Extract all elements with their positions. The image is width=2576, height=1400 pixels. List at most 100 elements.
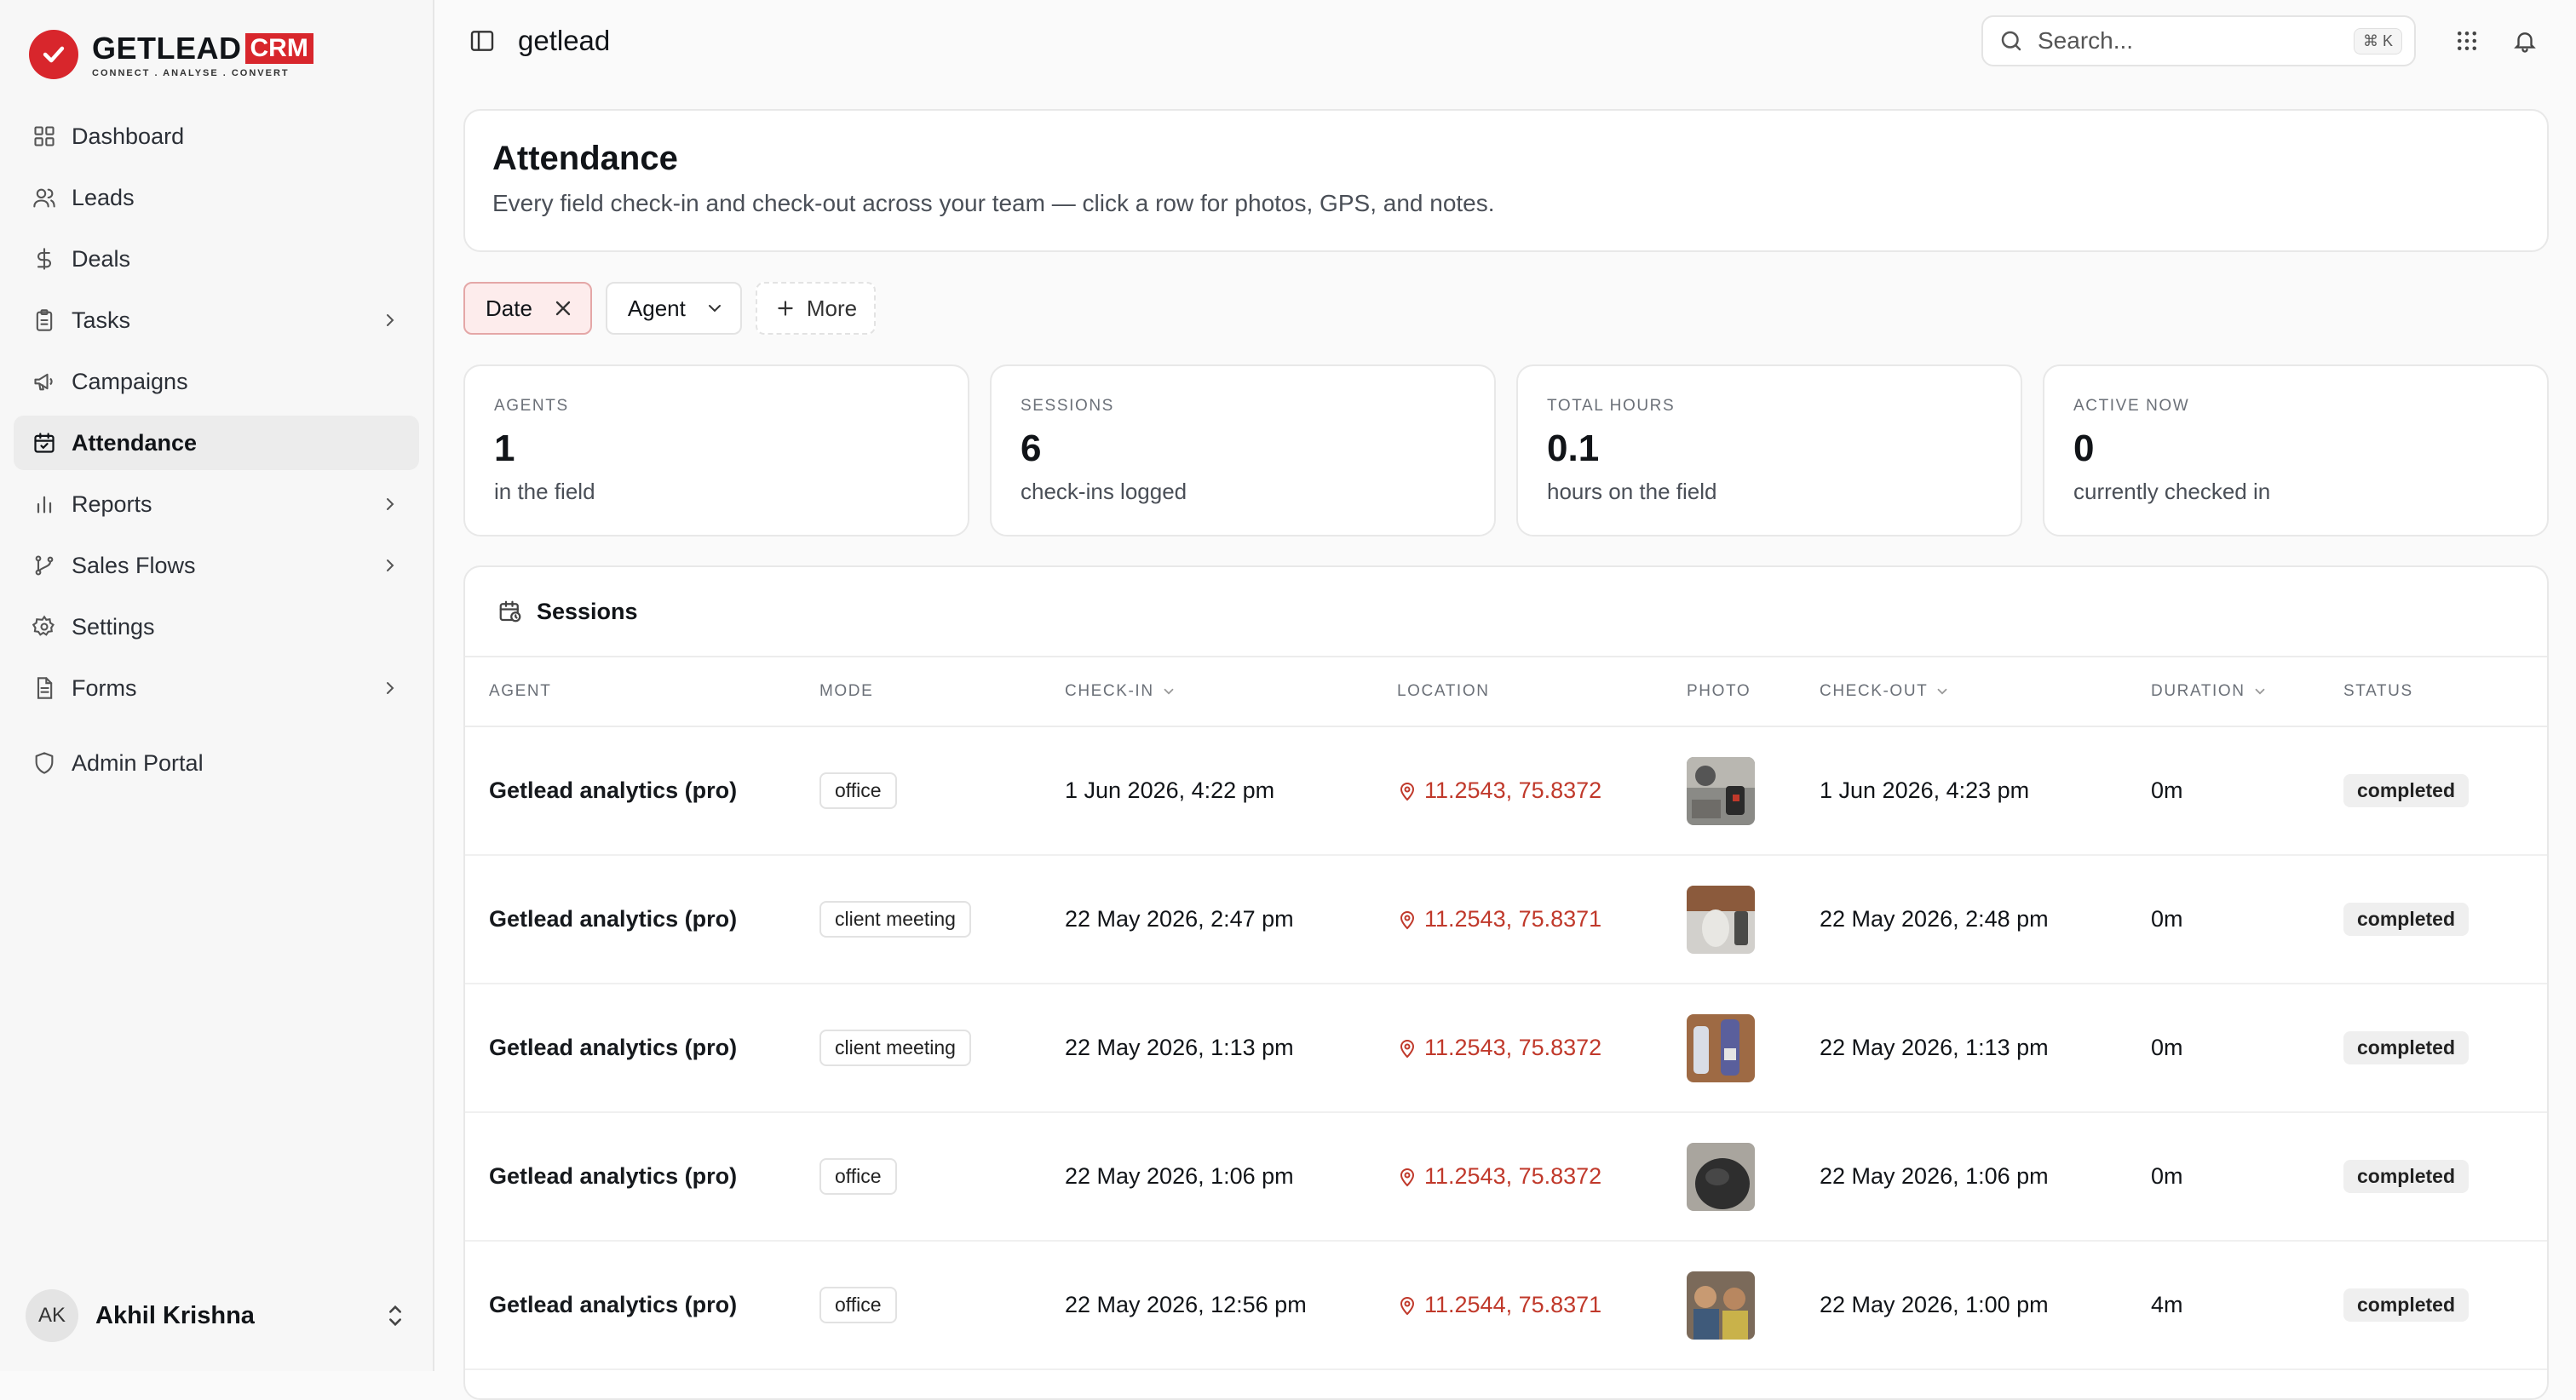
stats-row: AGENTS 1 in the field SESSIONS 6 check-i… — [463, 364, 2549, 536]
more-filters-button[interactable]: More — [755, 282, 877, 335]
more-filters-label: More — [806, 295, 858, 321]
stat-card-total-hours: TOTAL HOURS 0.1 hours on the field — [1516, 364, 2022, 536]
sidebar-item-label: Dashboard — [72, 123, 185, 149]
sidebar-item-sales-flows[interactable]: Sales Flows — [14, 538, 419, 593]
sidebar-toggle-icon[interactable] — [465, 24, 499, 58]
sidebar-item-deals[interactable]: Deals — [14, 232, 419, 286]
duration-value: 0m — [2151, 1035, 2183, 1060]
sidebar-item-campaigns[interactable]: Campaigns — [14, 354, 419, 409]
map-pin-icon — [1397, 1038, 1417, 1059]
column-header-checkout[interactable]: CHECK-OUT — [1820, 682, 2151, 701]
sidebar-item-label: Attendance — [72, 429, 198, 456]
sessions-title: Sessions — [537, 598, 638, 624]
column-header-checkin[interactable]: CHECK-IN — [1065, 682, 1397, 701]
mode-badge: office — [819, 772, 897, 809]
sidebar-item-label: Reports — [72, 491, 152, 517]
column-header-location: LOCATION — [1397, 682, 1490, 700]
stat-label: TOTAL HOURS — [1547, 397, 1676, 415]
sessions-header: Sessions — [465, 567, 2547, 657]
agent-name: Getlead analytics (pro) — [489, 906, 738, 932]
search-shortcut: ⌘ K — [2353, 27, 2402, 55]
agent-name: Getlead analytics (pro) — [489, 777, 738, 803]
duration-value: 4m — [2151, 1292, 2183, 1317]
table-row[interactable]: Getlead analytics (pro) office 22 May 20… — [465, 1242, 2547, 1370]
checkin-photo-thumbnail[interactable] — [1687, 756, 1755, 825]
duration-value: 0m — [2151, 906, 2183, 932]
stat-value: 6 — [1021, 427, 1042, 469]
sidebar-item-label: Sales Flows — [72, 552, 196, 578]
checkmark-logo-icon — [29, 30, 78, 79]
chevron-right-icon[interactable] — [378, 554, 402, 577]
sidebar-item-label: Settings — [72, 613, 155, 640]
brand-logo[interactable]: GETLEAD CRM CONNECT . ANALYSE . CONVERT — [0, 0, 433, 109]
duration-value: 0m — [2151, 1163, 2183, 1189]
checkin-photo-thumbnail[interactable] — [1687, 885, 1755, 954]
date-filter-label: Date — [486, 295, 532, 321]
table-row[interactable]: Getlead analytics (pro) office 1 Jun 202… — [465, 727, 2547, 856]
search-input[interactable] — [2036, 26, 2354, 55]
grid-icon — [31, 123, 58, 150]
chevron-right-icon[interactable] — [378, 308, 402, 332]
location-coordinates: 11.2543, 75.8372 — [1424, 777, 1602, 803]
chevron-down-icon — [704, 298, 725, 318]
table-header: AGENT MODE CHECK-IN LOCATION PHOTO CHECK… — [465, 657, 2547, 727]
stat-value: 0.1 — [1547, 427, 1600, 469]
agent-filter-dropdown[interactable]: Agent — [605, 282, 742, 335]
sort-chevron-icon — [1161, 684, 1176, 699]
dollar-icon — [31, 245, 58, 273]
location-link[interactable]: 11.2543, 75.8372 — [1397, 1035, 1687, 1061]
mode-badge: office — [819, 1287, 897, 1323]
chevron-right-icon[interactable] — [378, 676, 402, 700]
sidebar-item-tasks[interactable]: Tasks — [14, 293, 419, 347]
brand-tagline: CONNECT . ANALYSE . CONVERT — [92, 68, 290, 78]
bell-icon[interactable] — [2499, 15, 2550, 66]
sidebar-item-label: Deals — [72, 245, 131, 272]
document-icon — [31, 674, 58, 702]
checkout-time: 22 May 2026, 1:00 pm — [1820, 1292, 2049, 1317]
user-menu[interactable]: AK Akhil Krishna — [26, 1286, 407, 1345]
sidebar-item-reports[interactable]: Reports — [14, 477, 419, 531]
mode-badge: client meeting — [819, 901, 971, 938]
sidebar-item-admin-portal[interactable]: Admin Portal — [14, 736, 419, 790]
location-link[interactable]: 11.2544, 75.8371 — [1397, 1292, 1687, 1318]
location-link[interactable]: 11.2543, 75.8372 — [1397, 1163, 1687, 1190]
location-coordinates: 11.2544, 75.8371 — [1424, 1292, 1602, 1317]
page-header-card: Attendance Every field check-in and chec… — [463, 109, 2549, 252]
checkout-time: 22 May 2026, 1:13 pm — [1820, 1035, 2049, 1060]
column-header-photo: PHOTO — [1687, 682, 1751, 700]
table-row[interactable]: Getlead analytics (pro) client meeting 2… — [465, 984, 2547, 1113]
column-header-duration[interactable]: DURATION — [2151, 682, 2343, 701]
location-coordinates: 11.2543, 75.8372 — [1424, 1163, 1602, 1189]
bar-chart-icon — [31, 491, 58, 518]
calendar-check-icon — [31, 429, 58, 456]
sidebar-item-forms[interactable]: Forms — [14, 661, 419, 715]
close-icon[interactable] — [551, 296, 575, 320]
sidebar-item-leads[interactable]: Leads — [14, 170, 419, 225]
table-row[interactable]: Getlead analytics (pro) client meeting 2… — [465, 856, 2547, 984]
chevron-right-icon[interactable] — [378, 492, 402, 516]
search-icon — [1998, 28, 2024, 54]
date-filter-chip[interactable]: Date — [463, 282, 592, 335]
apps-grid-icon[interactable] — [2441, 15, 2493, 66]
table-row[interactable]: Getlead analytics (pro) office 22 May 20… — [465, 1113, 2547, 1242]
sidebar: GETLEAD CRM CONNECT . ANALYSE . CONVERT … — [0, 0, 434, 1371]
status-badge: completed — [2343, 1031, 2470, 1064]
checkin-photo-thumbnail[interactable] — [1687, 1271, 1755, 1340]
column-header-label: CHECK-OUT — [1820, 682, 1929, 700]
sidebar-item-settings[interactable]: Settings — [14, 600, 419, 654]
sidebar-item-dashboard[interactable]: Dashboard — [14, 109, 419, 164]
checkout-time: 22 May 2026, 1:06 pm — [1820, 1163, 2049, 1189]
sidebar-item-label: Admin Portal — [72, 749, 204, 776]
top-bar: getlead ⌘ K — [434, 0, 2576, 82]
location-link[interactable]: 11.2543, 75.8372 — [1397, 777, 1687, 804]
checkin-time: 22 May 2026, 12:56 pm — [1065, 1292, 1307, 1317]
chevron-up-down-icon[interactable] — [383, 1302, 407, 1329]
sidebar-item-attendance[interactable]: Attendance — [14, 416, 419, 470]
status-badge: completed — [2343, 774, 2470, 807]
filter-bar: Date Agent More — [463, 281, 2549, 336]
checkin-photo-thumbnail[interactable] — [1687, 1142, 1755, 1211]
search-box[interactable]: ⌘ K — [1981, 15, 2416, 66]
location-link[interactable]: 11.2543, 75.8371 — [1397, 906, 1687, 932]
stat-label: ACTIVE NOW — [2073, 397, 2190, 415]
checkin-photo-thumbnail[interactable] — [1687, 1013, 1755, 1082]
